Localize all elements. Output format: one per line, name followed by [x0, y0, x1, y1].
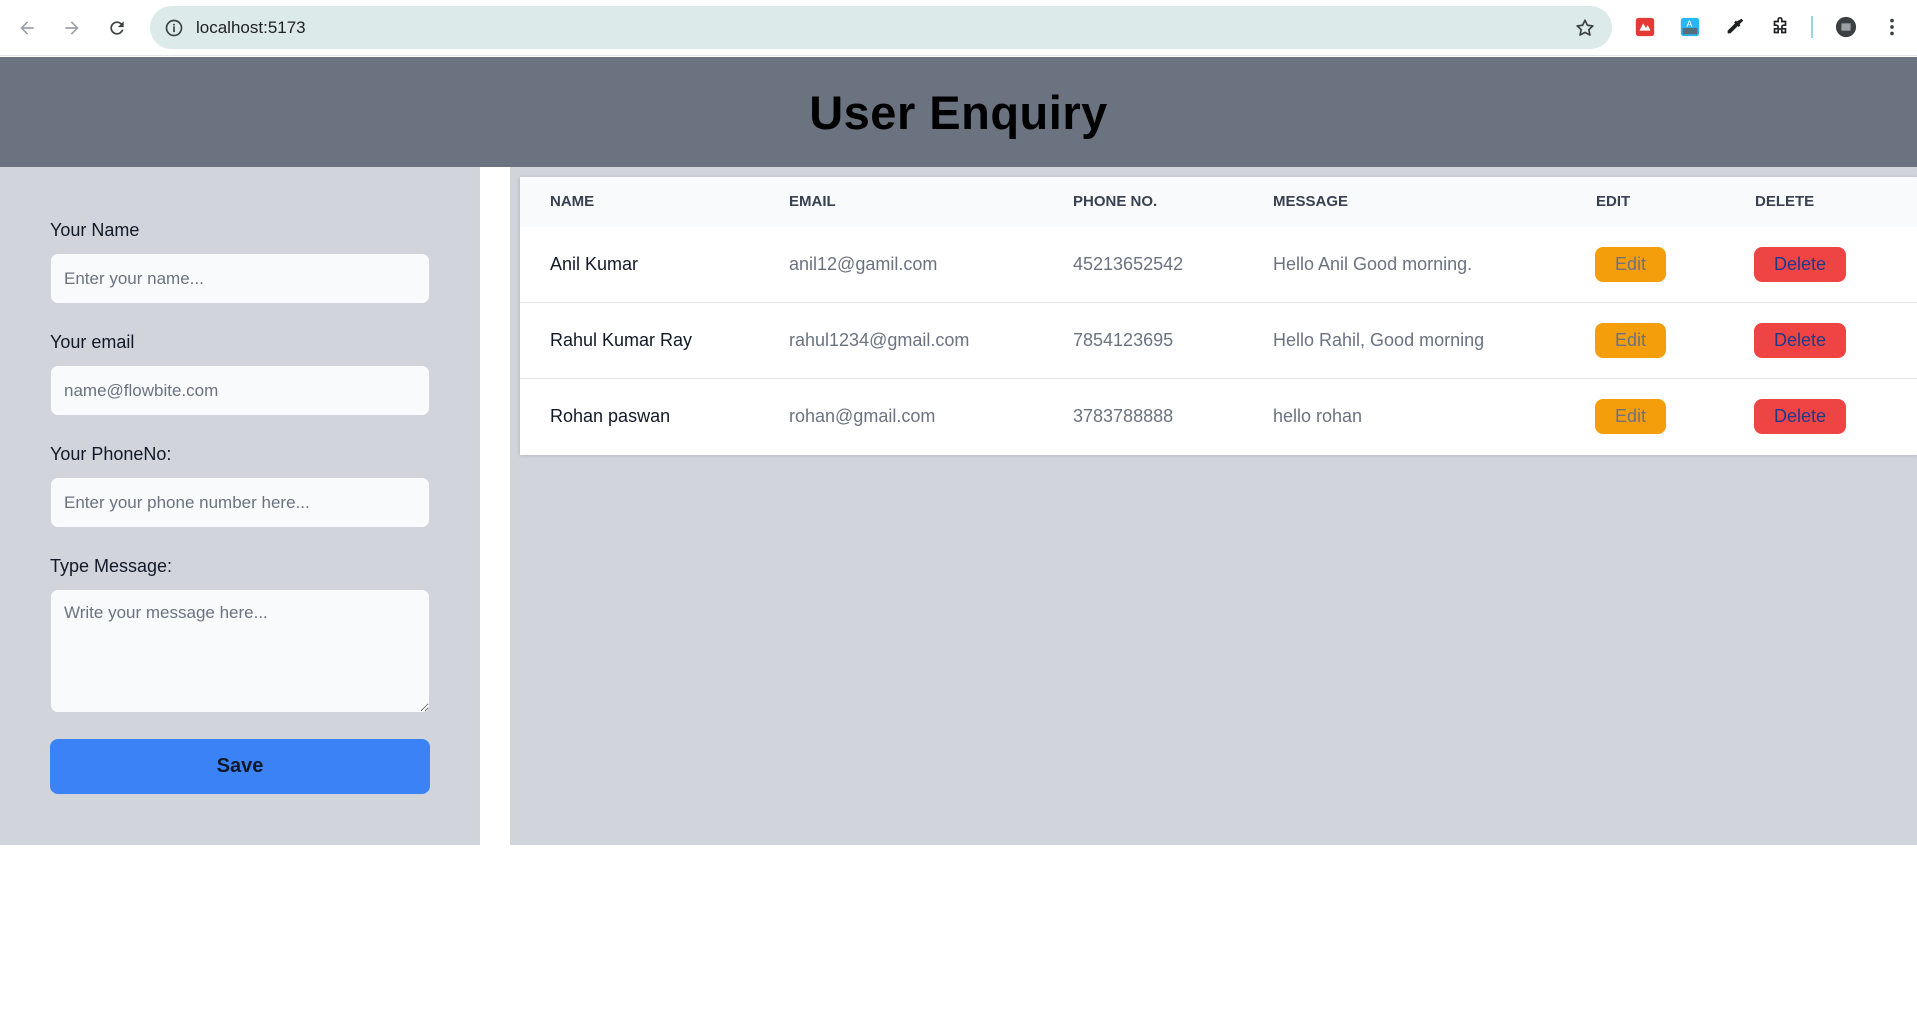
enquiry-form: Your Name Your email Your PhoneNo: Type …	[0, 167, 480, 845]
column-header-email: EMAIL	[789, 193, 836, 210]
extension-translate-icon[interactable]: A	[1677, 14, 1703, 40]
site-info-icon[interactable]	[162, 16, 186, 40]
phone-label: Your PhoneNo:	[50, 444, 172, 464]
extension-red-icon[interactable]	[1632, 14, 1658, 40]
arrow-right-icon	[65, 21, 79, 35]
message-textarea[interactable]	[50, 589, 430, 713]
save-button[interactable]: Save	[50, 739, 430, 794]
delete-button[interactable]: Delete	[1754, 399, 1846, 434]
column-header-name: NAME	[550, 193, 595, 210]
column-header-message: MESSAGE	[1273, 193, 1349, 210]
table-row: Anil Kumar anil12@gamil.com 45213652542 …	[520, 227, 1917, 303]
cell-name: Rohan paswan	[550, 406, 671, 426]
svg-text:A: A	[1686, 19, 1693, 29]
column-header-delete: DELETE	[1755, 193, 1815, 210]
back-button[interactable]	[11, 12, 43, 44]
cell-name: Rahul Kumar Ray	[550, 330, 693, 350]
edit-button[interactable]: Edit	[1595, 323, 1666, 358]
enquiry-table-panel: NAME EMAIL PHONE NO. MESSAGE EDIT DELETE…	[510, 167, 1917, 845]
table-header: NAME EMAIL PHONE NO. MESSAGE EDIT DELETE	[520, 177, 1917, 227]
table-row: Rahul Kumar Ray rahul1234@gmail.com 7854…	[520, 303, 1917, 379]
arrow-left-icon	[20, 21, 34, 35]
url-text: localhost:5173	[196, 17, 306, 37]
browser-toolbar: localhost:5173 A	[0, 0, 1917, 56]
eyedropper-icon[interactable]	[1722, 14, 1748, 40]
cell-name: Anil Kumar	[550, 254, 639, 274]
address-bar[interactable]: localhost:5173	[150, 6, 1612, 49]
extensions-puzzle-icon[interactable]	[1767, 14, 1793, 40]
toolbar-divider	[1811, 16, 1813, 38]
profile-avatar[interactable]	[1833, 14, 1859, 40]
delete-button[interactable]: Delete	[1754, 247, 1846, 282]
cell-message: hello rohan	[1273, 406, 1363, 426]
column-header-phone: PHONE NO.	[1073, 193, 1158, 210]
forward-button[interactable]	[56, 12, 88, 44]
cell-email: rahul1234@gmail.com	[789, 330, 970, 350]
cell-phone: 45213652542	[1073, 254, 1184, 274]
reload-button[interactable]	[101, 12, 133, 44]
message-label: Type Message:	[50, 556, 173, 576]
email-label: Your email	[50, 332, 135, 352]
cell-email: anil12@gamil.com	[789, 254, 938, 274]
enquiry-table: NAME EMAIL PHONE NO. MESSAGE EDIT DELETE…	[520, 177, 1917, 455]
more-options-icon[interactable]	[1879, 14, 1905, 40]
edit-button[interactable]: Edit	[1595, 399, 1666, 434]
name-input[interactable]	[50, 253, 430, 304]
page-title: User Enquiry	[809, 85, 1108, 139]
edit-button[interactable]: Edit	[1595, 247, 1666, 282]
table-row: Rohan paswan rohan@gmail.com 3783788888 …	[520, 379, 1917, 455]
cell-message: Hello Rahil, Good morning	[1273, 330, 1485, 350]
bookmark-star-icon[interactable]	[1574, 17, 1596, 39]
cell-message: Hello Anil Good morning.	[1273, 254, 1473, 274]
page-header: User Enquiry	[0, 57, 1917, 167]
cell-email: rohan@gmail.com	[789, 406, 936, 426]
cell-phone: 7854123695	[1073, 330, 1174, 350]
name-label: Your Name	[50, 220, 140, 240]
delete-button[interactable]: Delete	[1754, 323, 1846, 358]
column-header-edit: EDIT	[1596, 193, 1631, 210]
phone-input[interactable]	[50, 477, 430, 528]
reload-icon	[110, 21, 124, 35]
email-input[interactable]	[50, 365, 430, 416]
cell-phone: 3783788888	[1073, 406, 1174, 426]
